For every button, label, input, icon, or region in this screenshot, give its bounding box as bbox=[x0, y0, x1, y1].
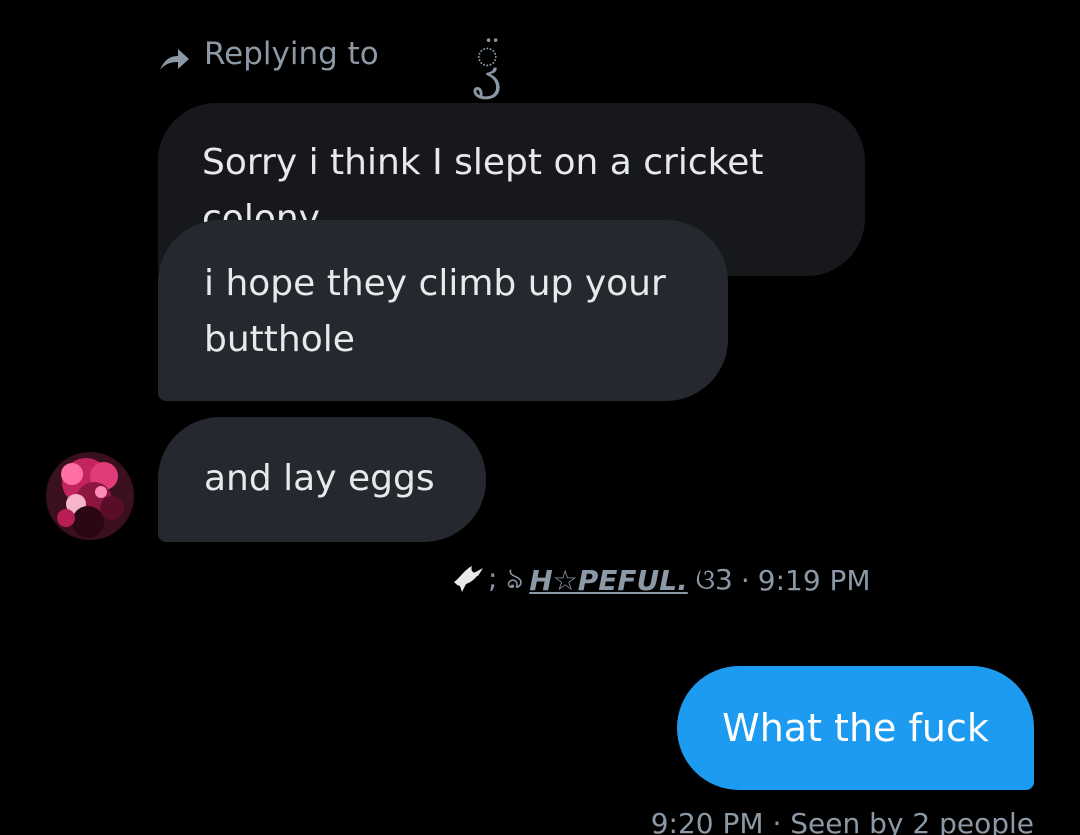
sent-message-status: 9:20 PM · Seen by 2 people bbox=[650, 807, 1034, 835]
received-message-meta: ; ঌ H☆PEFUL. ଓ3 · 9:19 PM bbox=[450, 560, 871, 600]
replying-to-label: Replying to bbox=[204, 36, 379, 72]
received-message-bubble[interactable]: and lay eggs bbox=[158, 417, 486, 542]
message-text: What the fuck bbox=[722, 706, 989, 750]
received-message-bubble[interactable]: i hope they climb up your butthole bbox=[158, 220, 728, 401]
sender-name-suffix: ଓ3 bbox=[695, 563, 733, 596]
replying-to-context[interactable]: Replying to bbox=[158, 32, 379, 76]
dove-icon bbox=[454, 566, 483, 592]
sender-avatar[interactable] bbox=[46, 452, 134, 540]
replied-message-preview[interactable]: ꦽ̈ bbox=[476, 30, 499, 80]
message-text: i hope they climb up your butthole bbox=[204, 263, 666, 360]
meta-separator: · bbox=[740, 563, 750, 597]
sender-name-link[interactable]: H☆PEFUL. bbox=[529, 564, 688, 597]
dm-conversation: Replying to ꦽ̈ Sorry i think I slept on … bbox=[0, 0, 1080, 835]
received-timestamp: 9:19 PM bbox=[757, 563, 871, 597]
sent-message-bubble[interactable]: What the fuck bbox=[677, 666, 1034, 790]
message-text: and lay eggs bbox=[204, 458, 435, 499]
reply-arrow-icon bbox=[160, 49, 189, 70]
avatar-image bbox=[46, 452, 134, 540]
sender-name-prefix: ; ঌ bbox=[488, 561, 524, 595]
